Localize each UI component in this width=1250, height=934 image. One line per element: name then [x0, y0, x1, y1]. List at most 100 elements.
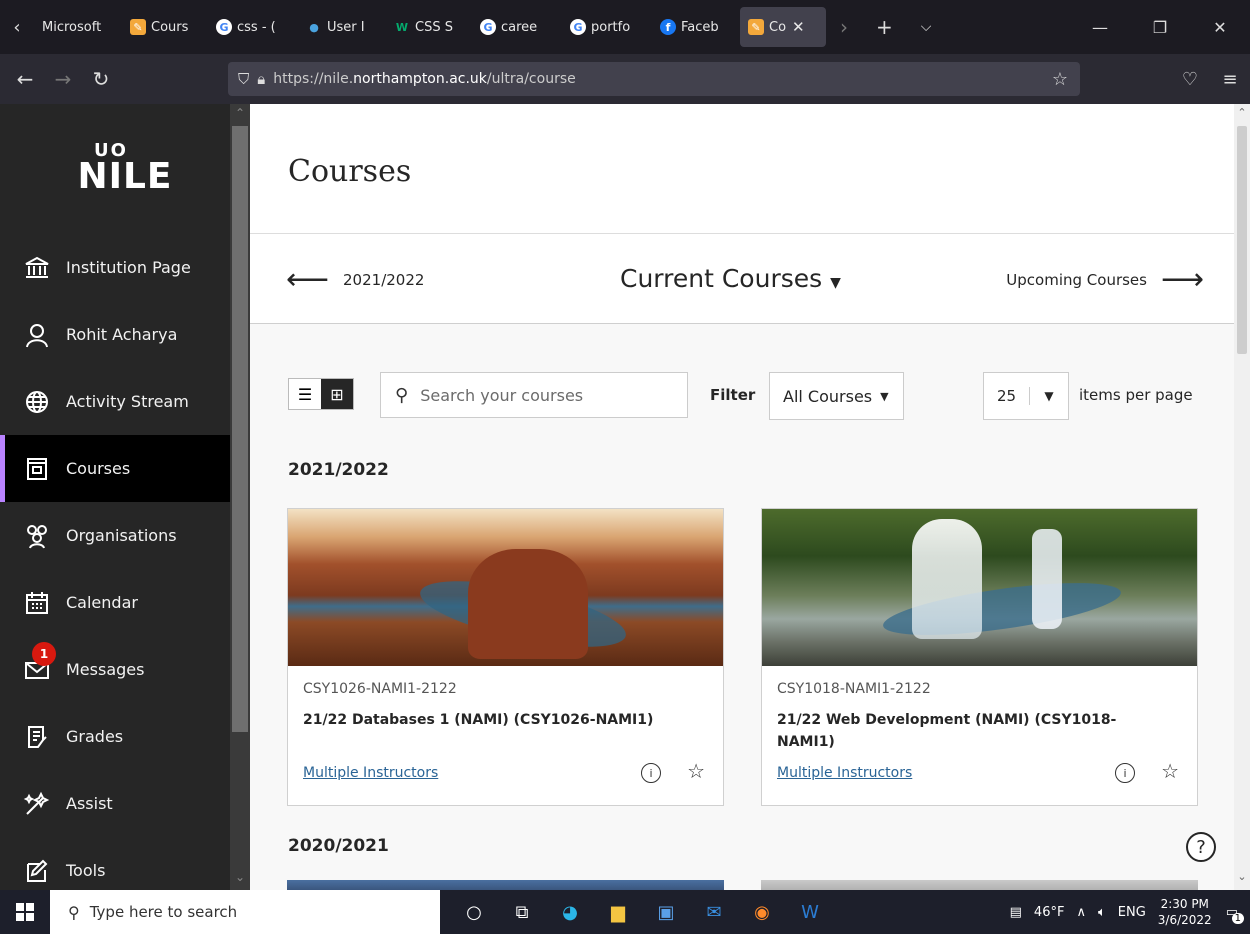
shield-icon[interactable]: ⛉	[238, 70, 249, 88]
windows-start-icon[interactable]	[0, 903, 50, 921]
weather-text[interactable]: 46°F	[1034, 905, 1065, 920]
sidebar-scrollbar[interactable]: ⌃ ⌄	[230, 104, 250, 890]
edge-icon[interactable]: ◕	[546, 890, 594, 934]
nile-logo[interactable]: UO NILE	[0, 104, 250, 234]
scroll-down-icon[interactable]: ⌄	[230, 870, 250, 884]
restore-icon[interactable]: ❐	[1130, 18, 1190, 37]
caret-down-icon: ▼	[880, 389, 889, 403]
browser-tab[interactable]: G css - (	[208, 7, 298, 47]
tab-label: User I	[327, 19, 365, 35]
course-title[interactable]: 21/22 Databases 1 (NAMI) (CSY1026-NAMI1)	[303, 709, 673, 731]
tools-icon	[22, 856, 52, 886]
back-icon[interactable]: ←	[6, 67, 44, 91]
main-content: Courses ⟵ 2021/2022 Current Courses ▼ Up…	[250, 104, 1234, 890]
sidebar-item-label: Messages	[66, 660, 145, 679]
close-window-icon[interactable]: ✕	[1190, 18, 1250, 37]
browser-tab[interactable]: G caree	[472, 7, 562, 47]
term-navigation: ⟵ 2021/2022 Current Courses ▼ Upcoming C…	[250, 234, 1234, 324]
info-icon[interactable]: i	[641, 763, 661, 783]
browser-tab[interactable]: W CSS S	[386, 7, 472, 47]
task-view-icon[interactable]: ⧉	[498, 890, 546, 934]
browser-tab[interactable]: f Faceb	[652, 7, 740, 47]
previous-term-button[interactable]: ⟵ 2021/2022	[286, 262, 424, 297]
store-icon[interactable]: ▣	[642, 890, 690, 934]
list-view-icon[interactable]: ☰	[289, 379, 321, 409]
scroll-up-icon[interactable]: ⌃	[1234, 106, 1250, 119]
browser-tab[interactable]: Microsoft	[34, 7, 122, 47]
sidebar-item-courses[interactable]: Courses	[0, 435, 250, 502]
firefox-icon[interactable]: ◉	[738, 890, 786, 934]
course-card-partial[interactable]	[287, 880, 724, 890]
bookmark-star-icon[interactable]: ☆	[1052, 69, 1068, 90]
main-scroll-thumb[interactable]	[1237, 126, 1247, 354]
sidebar-item-organisations[interactable]: Organisations	[0, 502, 250, 569]
lock-icon[interactable]: 🔒︎	[257, 70, 265, 88]
course-card[interactable]: CSY1018-NAMI1-2122 21/22 Web Development…	[761, 508, 1198, 806]
sidebar-item-calendar[interactable]: Calendar	[0, 569, 250, 636]
course-title[interactable]: 21/22 Web Development (NAMI) (CSY1018-NA…	[777, 709, 1147, 753]
clock-time: 2:30 PM	[1160, 897, 1209, 911]
course-image[interactable]	[762, 509, 1197, 666]
clock[interactable]: 2:30 PM 3/6/2022	[1158, 896, 1212, 928]
news-widget-icon[interactable]: ▤	[1010, 905, 1022, 920]
list-tabs-icon[interactable]: ⌵	[907, 19, 946, 35]
items-per-page-select[interactable]: 25 ▼	[983, 372, 1069, 420]
nav-right-controls: ♡ ≡	[1170, 54, 1250, 104]
course-card-partial[interactable]	[761, 880, 1198, 890]
word-icon[interactable]: W	[786, 890, 834, 934]
minimize-icon[interactable]: —	[1070, 18, 1130, 37]
course-code: CSY1018-NAMI1-2122	[777, 681, 931, 697]
info-icon[interactable]: i	[1115, 763, 1135, 783]
search-input[interactable]: ⚲ Search your courses	[380, 372, 688, 418]
close-tab-icon[interactable]: ✕	[792, 18, 805, 36]
browser-tab[interactable]: ✎ Cours	[122, 7, 208, 47]
browser-tab[interactable]: ● User I	[298, 7, 386, 47]
cortana-icon[interactable]: ○	[450, 890, 498, 934]
current-term-dropdown[interactable]: Current Courses ▼	[620, 264, 841, 293]
sidebar-item-grades[interactable]: Grades	[0, 703, 250, 770]
view-toggle[interactable]: ☰ ⊞	[288, 378, 354, 410]
volume-icon[interactable]: 🔈︎	[1098, 905, 1106, 920]
browser-tab-bar: ‹ Microsoft ✎ Cours G css - ( ● User I W…	[0, 0, 1250, 54]
tab-scroll-left-icon[interactable]: ‹	[0, 17, 34, 38]
sidebar-item-activity-stream[interactable]: Activity Stream	[0, 368, 250, 435]
favorite-star-icon[interactable]: ☆	[1161, 759, 1179, 783]
mail-icon[interactable]: ✉	[690, 890, 738, 934]
course-card[interactable]: CSY1026-NAMI1-2122 21/22 Databases 1 (NA…	[287, 508, 724, 806]
sidebar-scroll-thumb[interactable]	[232, 126, 248, 732]
sidebar-item-tools[interactable]: Tools	[0, 837, 250, 890]
show-hidden-icons-icon[interactable]: ∧	[1076, 905, 1086, 920]
instructors-link[interactable]: Multiple Instructors	[303, 765, 438, 781]
main-scrollbar[interactable]: ⌃ ⌄	[1234, 104, 1250, 890]
instructors-link[interactable]: Multiple Instructors	[777, 765, 912, 781]
pocket-icon[interactable]: ♡	[1170, 69, 1210, 90]
menu-icon[interactable]: ≡	[1210, 69, 1250, 90]
sidebar-item-label: Rohit Acharya	[66, 325, 178, 344]
next-term-button[interactable]: Upcoming Courses ⟶	[1006, 262, 1204, 297]
favorite-star-icon[interactable]: ☆	[687, 759, 705, 783]
taskbar-search-input[interactable]: ⚲ Type here to search	[50, 890, 440, 934]
sidebar-item-assist[interactable]: Assist	[0, 770, 250, 837]
filter-select[interactable]: All Courses ▼	[769, 372, 904, 420]
new-tab-icon[interactable]: +	[862, 15, 907, 39]
language-indicator[interactable]: ENG	[1118, 905, 1146, 920]
browser-tab[interactable]: G portfo	[562, 7, 652, 47]
reload-icon[interactable]: ↻	[82, 67, 120, 91]
clock-date: 3/6/2022	[1157, 913, 1212, 927]
sidebar-item-messages[interactable]: 1 Messages	[0, 636, 250, 703]
notifications-icon[interactable]: ▭ 1	[1226, 905, 1244, 924]
taskbar: ⚲ Type here to search ○ ⧉ ◕ ▆ ▣ ✉ ◉ W ▤ …	[0, 890, 1250, 934]
course-image[interactable]	[288, 509, 723, 666]
scroll-up-icon[interactable]: ⌃	[230, 106, 250, 120]
address-bar[interactable]: ⛉ 🔒︎ https://nile. northampton.ac.uk/ultr…	[228, 62, 1080, 96]
sidebar-item-profile[interactable]: Rohit Acharya	[0, 301, 250, 368]
browser-tab-active[interactable]: ✎ Co ✕	[740, 7, 826, 47]
help-icon[interactable]: ?	[1186, 832, 1216, 862]
forward-icon[interactable]: →	[44, 67, 82, 91]
grid-view-icon[interactable]: ⊞	[321, 379, 353, 409]
sidebar-item-institution[interactable]: Institution Page	[0, 234, 250, 301]
search-icon: ⚲	[68, 902, 80, 922]
tab-scroll-right-icon[interactable]: ›	[826, 15, 862, 39]
scroll-down-icon[interactable]: ⌄	[1234, 870, 1250, 883]
file-explorer-icon[interactable]: ▆	[594, 890, 642, 934]
